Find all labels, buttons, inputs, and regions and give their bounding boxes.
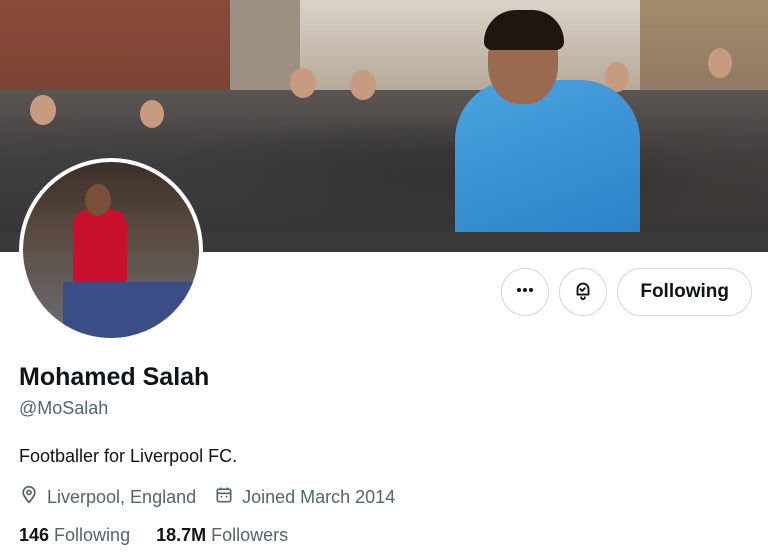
- location-text: Liverpool, England: [47, 487, 197, 507]
- banner-person: [30, 95, 56, 125]
- following-link[interactable]: 146 Following: [19, 525, 130, 546]
- profile-bio: Footballer for Liverpool FC.: [19, 446, 238, 466]
- joined-text: Joined March 2014: [242, 487, 396, 507]
- banner-person: [708, 48, 732, 78]
- avatar-face: [85, 184, 111, 216]
- avatar-wall: [63, 282, 193, 338]
- avatar-photo: [23, 162, 199, 338]
- more-icon: [515, 280, 535, 305]
- more-button[interactable]: [501, 268, 550, 316]
- banner-main-person-jacket: [455, 80, 640, 252]
- profile-joined: Joined March 2014: [214, 485, 395, 510]
- banner-person: [290, 68, 316, 98]
- followers-count: 18.7M: [156, 525, 207, 545]
- bell-icon: [572, 279, 594, 306]
- profile-name: Mohamed Salah: [19, 363, 210, 391]
- calendar-icon: [214, 485, 234, 510]
- followers-link[interactable]: 18.7M Followers: [156, 525, 288, 546]
- followers-label: Followers: [211, 525, 289, 545]
- banner-person: [350, 70, 376, 100]
- notifications-button[interactable]: [559, 268, 608, 316]
- profile-avatar[interactable]: [19, 158, 203, 342]
- profile-meta: Liverpool, England Joined March 2014: [19, 485, 395, 510]
- banner-person: [140, 100, 164, 128]
- following-count: 146: [19, 525, 50, 545]
- location-pin-icon: [19, 485, 39, 510]
- following-button[interactable]: Following: [617, 268, 752, 316]
- following-label: Following: [54, 525, 131, 545]
- profile-handle: @MoSalah: [19, 398, 109, 418]
- profile-location: Liverpool, England: [19, 485, 196, 510]
- profile-stats: 146 Following 18.7M Followers: [19, 525, 288, 546]
- profile-actions: Following: [501, 268, 752, 316]
- avatar-kit: [73, 210, 127, 292]
